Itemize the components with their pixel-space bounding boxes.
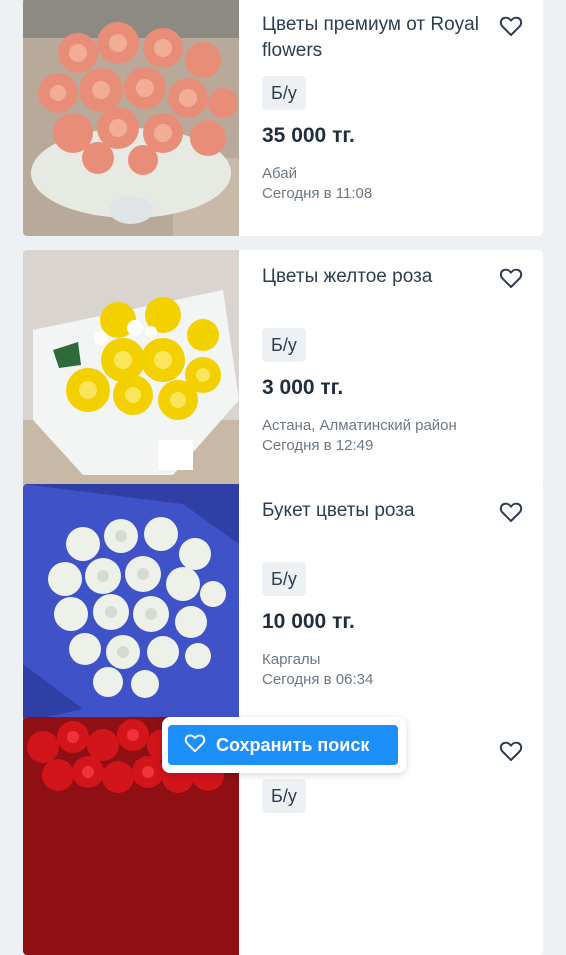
save-search-button[interactable]: Сохранить поиск [168,725,398,765]
condition-badge: Б/у [262,562,306,596]
listing-date: Сегодня в 06:34 [262,671,374,688]
listing-price: 35 000 тг. [262,124,355,147]
heart-icon [499,501,523,528]
listing-title[interactable]: Цветы желтое роза [262,264,482,290]
listing-photo[interactable] [23,484,239,722]
condition-badge: Б/у [262,779,306,813]
condition-badge: Б/у [262,76,306,110]
listing-location: Астана, Алматинский район [262,417,457,434]
favorite-button[interactable] [497,266,525,294]
heart-icon [184,733,206,758]
listing-card[interactable]: Букет цветы роза Б/у 10 000 тг. Каргалы … [23,484,543,722]
listing-photo[interactable] [23,0,239,236]
listing-title[interactable]: Цветы премиум от Royal flowers [262,12,482,64]
listing-card[interactable]: Цветы желтое роза Б/у 3 000 тг. Астана, … [23,250,543,488]
listing-price: 10 000 тг. [262,610,355,633]
save-search-label: Сохранить поиск [216,734,370,755]
condition-badge: Б/у [262,328,306,362]
listing-location: Каргалы [262,651,321,668]
listing-date: Сегодня в 12:49 [262,437,374,454]
listing-price: 3 000 тг. [262,376,344,399]
listing-location: Абай [262,165,297,182]
heart-icon [499,740,523,767]
listing-date: Сегодня в 11:08 [262,185,373,202]
listing-title[interactable]: Букет цветы роза [262,498,482,524]
listing-card[interactable]: Цветы премиум от Royal flowers Б/у 35 00… [23,0,543,236]
favorite-button[interactable] [497,739,525,767]
favorite-button[interactable] [497,14,525,42]
save-search-container: Сохранить поиск [162,717,406,773]
favorite-button[interactable] [497,500,525,528]
listing-photo[interactable] [23,250,239,488]
heart-icon [499,15,523,42]
heart-icon [499,267,523,294]
